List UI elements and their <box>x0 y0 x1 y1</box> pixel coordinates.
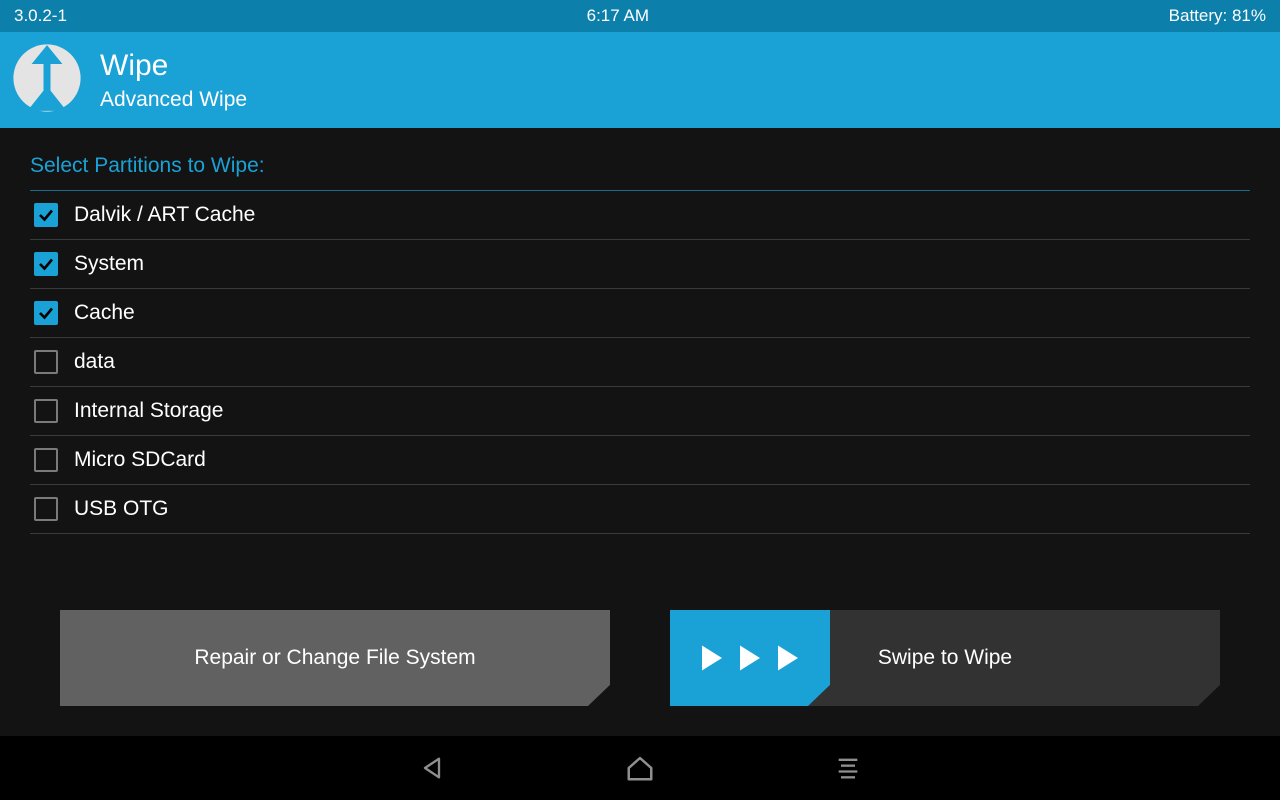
partition-row[interactable]: Dalvik / ART Cache <box>30 191 1250 240</box>
partition-list: Dalvik / ART Cache System Cache data Interna… <box>30 191 1250 534</box>
page-title: Wipe <box>100 49 247 82</box>
partition-label: System <box>74 252 144 276</box>
partition-checkbox[interactable] <box>34 301 58 325</box>
action-button-row: Repair or Change File System Swipe to Wi… <box>60 610 1220 706</box>
version-label: 3.0.2-1 <box>14 6 67 26</box>
page-header: Wipe Advanced Wipe <box>0 32 1280 128</box>
section-label: Select Partitions to Wipe: <box>30 154 1250 191</box>
system-navbar <box>0 736 1280 800</box>
partition-label: Dalvik / ART Cache <box>74 203 255 227</box>
twrp-logo-icon <box>12 43 82 118</box>
repair-fs-button[interactable]: Repair or Change File System <box>60 610 610 706</box>
page-subtitle: Advanced Wipe <box>100 88 247 112</box>
partition-label: Micro SDCard <box>74 448 206 472</box>
partition-label: Cache <box>74 301 135 325</box>
partition-label: Internal Storage <box>74 399 223 423</box>
partition-checkbox[interactable] <box>34 399 58 423</box>
partition-checkbox[interactable] <box>34 203 58 227</box>
home-icon[interactable] <box>624 752 656 784</box>
partition-row[interactable]: Internal Storage <box>30 387 1250 436</box>
partition-checkbox[interactable] <box>34 252 58 276</box>
partition-row[interactable]: System <box>30 240 1250 289</box>
back-icon[interactable] <box>416 752 448 784</box>
partition-row[interactable]: Micro SDCard <box>30 436 1250 485</box>
main-panel: Select Partitions to Wipe: Dalvik / ART … <box>0 128 1280 736</box>
partition-checkbox[interactable] <box>34 448 58 472</box>
partition-label: data <box>74 350 115 374</box>
repair-fs-label: Repair or Change File System <box>194 646 475 670</box>
partition-row[interactable]: USB OTG <box>30 485 1250 534</box>
swipe-to-wipe-slider[interactable]: Swipe to Wipe <box>670 610 1220 706</box>
battery-label: Battery: 81% <box>1169 6 1266 26</box>
partition-row[interactable]: data <box>30 338 1250 387</box>
partition-row[interactable]: Cache <box>30 289 1250 338</box>
partition-label: USB OTG <box>74 497 169 521</box>
partition-checkbox[interactable] <box>34 497 58 521</box>
clock-label: 6:17 AM <box>587 6 649 26</box>
menu-icon[interactable] <box>832 752 864 784</box>
swipe-label: Swipe to Wipe <box>670 646 1220 670</box>
partition-checkbox[interactable] <box>34 350 58 374</box>
status-bar: 3.0.2-1 6:17 AM Battery: 81% <box>0 0 1280 32</box>
